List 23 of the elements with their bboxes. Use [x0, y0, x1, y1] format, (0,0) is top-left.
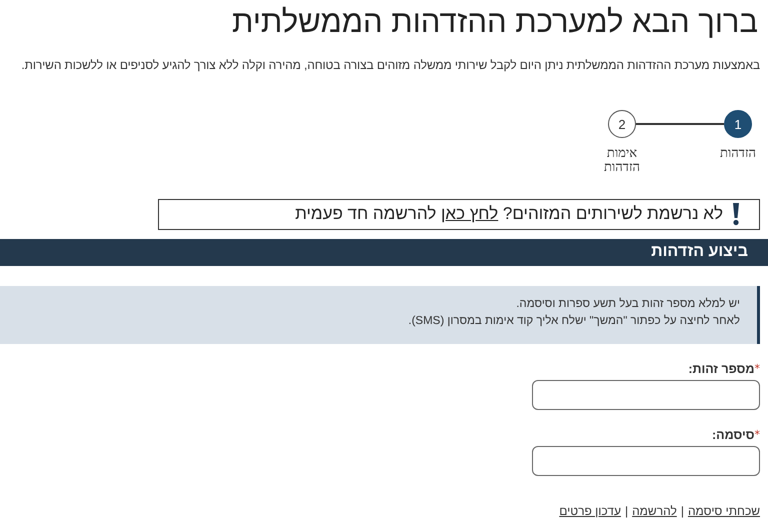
step-circle: 1 [724, 110, 752, 138]
step-circle: 2 [608, 110, 636, 138]
input-field[interactable] [532, 380, 760, 410]
page-title: ברוך הבא למערכת ההזדהות הממשלתית [232, 4, 758, 40]
info-text: לאחר לחיצה על כפתור "המשך" ישלח אליך קוד אימות במסרון (SMS). [407, 314, 740, 329]
notice-text: לא נרשמת לשירותים המזוהים? לחץ כאן להרשמה חד פעמית [295, 204, 723, 224]
step-label: אימות הזדהות [602, 146, 642, 175]
input-field[interactable] [532, 446, 760, 476]
required-mark: * [754, 362, 760, 375]
exclamation-icon [731, 202, 741, 226]
footer-link[interactable]: שכחתי סיסמה [688, 504, 760, 518]
field-label: מספר זהות: [688, 362, 754, 376]
separator: | [680, 504, 684, 518]
section-title: ביצוע הזדהות [651, 243, 748, 262]
step-label: הזדהות [718, 146, 758, 160]
required-mark: * [754, 428, 760, 441]
register-link[interactable]: לחץ כאן [441, 204, 498, 224]
separator: | [624, 504, 628, 518]
intro-text: באמצעות מערכת ההזדהות הממשלתית ניתן היום לקבל שירותי ממשלה מזוהים בצורה בטוחה, מהירה וקלה ללא צורך להגיע לסניפים או ללשכות השירות. [21, 58, 760, 72]
footer-link[interactable]: להרשמה [632, 504, 677, 518]
info-text: יש למלא מספר זהות בעל תשע ספרות וסיסמה. [515, 296, 740, 312]
footer-link[interactable]: עדכון פרטים [559, 504, 621, 518]
field-label: סיסמה: [712, 428, 754, 442]
